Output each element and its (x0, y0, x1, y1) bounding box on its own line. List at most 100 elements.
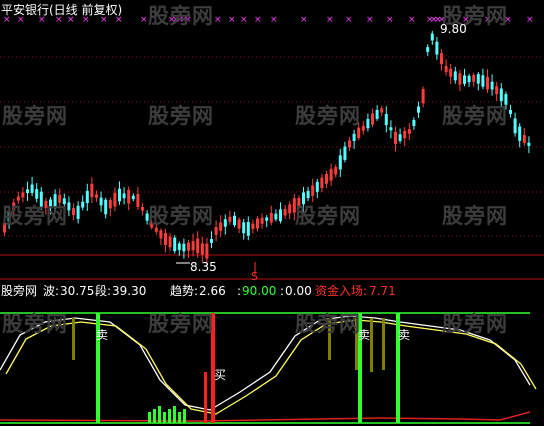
candle-body (76, 205, 80, 219)
candle-body (246, 221, 250, 236)
candle-body (30, 184, 34, 193)
marker-x: × (408, 15, 416, 25)
candle-body (233, 215, 236, 226)
candle-body (467, 75, 471, 83)
candle-body (444, 66, 448, 73)
candle-body (509, 109, 512, 115)
candle-body (435, 41, 439, 55)
candle-body (449, 68, 453, 77)
candle-body (219, 222, 223, 231)
sell-signal-label: 卖 (358, 328, 371, 342)
candle-body (283, 209, 287, 216)
candle-body (260, 217, 264, 224)
candle-body (495, 86, 499, 95)
marker-x: × (140, 15, 148, 25)
candle-body (228, 216, 232, 222)
candle-body (522, 135, 526, 143)
segment-label: 段: (95, 284, 112, 298)
candle-body (412, 120, 416, 126)
watermark: 股旁网 (2, 312, 68, 336)
candle-body (389, 127, 393, 131)
candle-body (490, 81, 494, 90)
candle-body (127, 189, 131, 204)
watermark: 股旁网 (442, 104, 508, 128)
candle-body (311, 185, 315, 196)
candle-body (458, 73, 462, 85)
value-a: 90.00 (242, 284, 277, 298)
wave-label: 波: (43, 284, 60, 298)
marker-x: × (326, 15, 334, 25)
candle-body (472, 74, 476, 82)
watermark: 股旁网 (295, 104, 361, 128)
candle-body (81, 201, 85, 208)
candle-body (269, 213, 273, 223)
candle-body (343, 146, 347, 160)
marker-x: × (254, 15, 262, 25)
candle-body (352, 133, 356, 142)
capital-bar (204, 372, 207, 423)
colon-a: : (237, 284, 242, 298)
capital-bar (148, 412, 151, 423)
candle-body (417, 106, 420, 113)
candle-body (108, 200, 112, 209)
candle-body (430, 33, 434, 41)
candle-body (421, 89, 425, 104)
candle-body (256, 218, 259, 229)
candle-body (131, 195, 135, 200)
olive-bar (72, 318, 75, 360)
marker-x: × (300, 15, 308, 25)
watermark: 股旁网 (148, 204, 214, 228)
candle-body (288, 204, 292, 214)
watermark: 股旁网 (295, 204, 361, 228)
candle-body (182, 243, 186, 252)
value-b: 0.00 (285, 284, 312, 298)
candle-body (518, 126, 522, 141)
sell-signal-label: 卖 (398, 328, 411, 342)
watermark: 股旁网 (148, 4, 214, 28)
watermark: 股旁网 (148, 312, 214, 336)
candle-body (21, 192, 25, 198)
low-price-label: 8.35 (190, 260, 217, 274)
candle-body (476, 74, 480, 84)
watermark: 股旁网 (442, 312, 508, 336)
candle-body (187, 242, 190, 251)
candle-body (99, 197, 103, 206)
candle-body (113, 192, 117, 207)
capital-bar (178, 412, 181, 423)
candle-body (325, 173, 328, 184)
capital-label: 资金入场: (315, 284, 368, 298)
candle-body (306, 190, 310, 199)
trend-label: 趋势: (170, 284, 199, 298)
candle-body (357, 127, 361, 138)
candle-body (141, 206, 144, 211)
capital-line (0, 411, 531, 422)
olive-bar (382, 318, 385, 370)
marker-x: × (386, 15, 394, 25)
candle-body (481, 75, 485, 87)
candle-body (95, 194, 98, 198)
signal-s-label: S (251, 270, 258, 283)
candle-body (371, 113, 374, 125)
capital-bar (158, 406, 161, 423)
candle-body (440, 53, 443, 65)
candle-body (499, 88, 503, 102)
candle-body (329, 168, 333, 181)
candle-body (210, 239, 213, 243)
candle-body (407, 129, 411, 134)
candle-body (205, 243, 209, 259)
candle-body (384, 114, 388, 126)
marker-x: × (228, 15, 236, 25)
capital-bar (183, 409, 186, 423)
watermark: 股旁网 (295, 312, 361, 336)
candle-body (315, 181, 319, 192)
candle-body (251, 223, 255, 229)
candle-body (173, 237, 177, 252)
candle-body (338, 155, 342, 170)
candle-body (279, 209, 282, 222)
candle-body (196, 238, 200, 254)
candle-body (394, 131, 397, 145)
candle-body (136, 194, 140, 208)
marker-x: × (214, 15, 222, 25)
sell-signal-label: 卖 (96, 328, 109, 342)
candle-body (200, 243, 204, 255)
